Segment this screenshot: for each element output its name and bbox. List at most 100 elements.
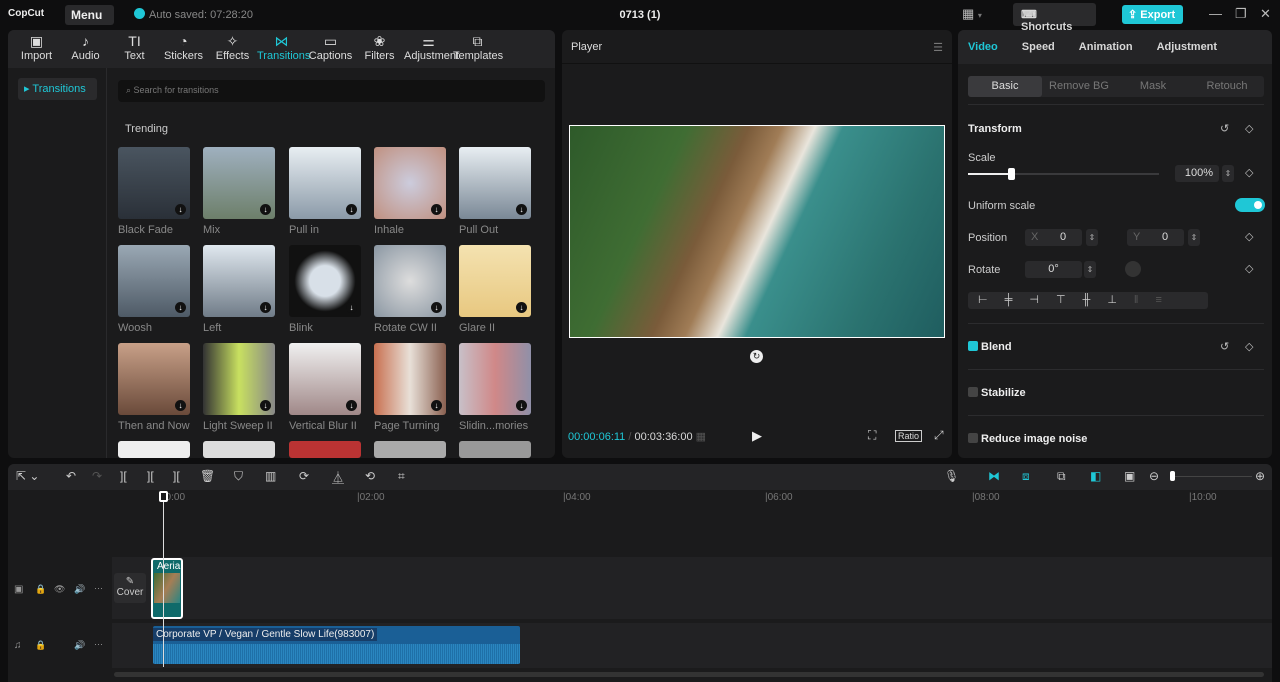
- zoom-in-icon[interactable]: ⊕: [1255, 469, 1265, 483]
- video-preview[interactable]: [569, 125, 945, 338]
- transition-thumbnail[interactable]: ↓: [118, 147, 190, 219]
- mirror-icon[interactable]: ⏅: [332, 469, 344, 486]
- tab-stickers[interactable]: ◔ Stickers: [159, 30, 208, 68]
- delete-icon[interactable]: 🗑: [200, 469, 215, 483]
- more-icon[interactable]: ···: [94, 583, 103, 593]
- blend-section[interactable]: Blend: [968, 341, 1012, 353]
- download-icon[interactable]: ↓: [431, 204, 442, 215]
- transition-thumbnail[interactable]: ↓: [203, 147, 275, 219]
- tab-import[interactable]: ▣ Import: [12, 30, 61, 68]
- playhead[interactable]: [159, 491, 168, 667]
- download-icon[interactable]: ↓: [175, 302, 186, 313]
- audio-clip[interactable]: Corporate VP / Vegan / Gentle Slow Life(…: [153, 626, 520, 664]
- transition-thumbnail[interactable]: ↓: [289, 245, 361, 317]
- download-icon[interactable]: ↓: [260, 400, 271, 411]
- tab-adjustment[interactable]: Adjustment: [1157, 41, 1218, 53]
- reset-icon[interactable]: ↺: [1220, 340, 1229, 353]
- rotate-icon[interactable]: ⟲: [365, 469, 375, 483]
- transition-thumbnail[interactable]: [289, 441, 361, 458]
- scale-stepper[interactable]: ⇕: [1222, 165, 1234, 182]
- x-stepper[interactable]: ⇕: [1086, 229, 1098, 246]
- redo-icon[interactable]: ↷: [92, 469, 102, 483]
- checkbox-checked-icon[interactable]: [968, 341, 978, 351]
- transition-thumbnail[interactable]: ↓: [459, 245, 531, 317]
- download-icon[interactable]: ↓: [431, 302, 442, 313]
- download-icon[interactable]: ↓: [175, 400, 186, 411]
- noise-section[interactable]: Reduce image noise: [968, 433, 1087, 445]
- preview-quality-icon[interactable]: ▣: [1124, 469, 1135, 483]
- play-button[interactable]: ▶: [752, 428, 762, 444]
- keyframe-icon[interactable]: ◇: [1245, 230, 1253, 243]
- transition-thumbnail[interactable]: ↓: [459, 343, 531, 415]
- subtab-basic[interactable]: Basic: [968, 76, 1042, 97]
- keyframe-icon[interactable]: ◇: [1245, 122, 1253, 135]
- close-button[interactable]: ✕: [1260, 6, 1271, 22]
- download-icon[interactable]: ↓: [516, 400, 527, 411]
- download-icon[interactable]: ↓: [346, 204, 357, 215]
- tab-transitions[interactable]: ⋈ Transitions: [257, 30, 310, 68]
- download-icon[interactable]: ↓: [346, 302, 357, 313]
- scale-input[interactable]: 100%: [1175, 165, 1219, 182]
- lock-icon[interactable]: 🔒: [35, 640, 46, 651]
- transition-thumbnail[interactable]: ↓: [374, 245, 446, 317]
- transition-thumbnail[interactable]: [203, 441, 275, 458]
- transition-thumbnail[interactable]: ↓: [118, 343, 190, 415]
- speaker-icon[interactable]: 🔊: [74, 640, 85, 651]
- keyframe-icon[interactable]: ◇: [1245, 340, 1253, 353]
- tab-animation[interactable]: Animation: [1079, 41, 1133, 53]
- download-icon[interactable]: ↓: [175, 204, 186, 215]
- rotate-input[interactable]: 0°: [1025, 261, 1082, 278]
- eye-icon[interactable]: 👁: [54, 584, 65, 595]
- tab-video[interactable]: Video: [968, 41, 998, 53]
- keyframe-icon[interactable]: ◇: [1245, 166, 1253, 179]
- restore-button[interactable]: ❐: [1235, 6, 1247, 22]
- search-input[interactable]: ⌕ Search for transitions: [118, 80, 545, 102]
- download-icon[interactable]: ↓: [516, 204, 527, 215]
- scale-slider[interactable]: [968, 168, 1159, 180]
- transition-thumbnail[interactable]: ↓: [374, 343, 446, 415]
- crop-icon[interactable]: ⌗: [398, 469, 405, 484]
- microphone-icon[interactable]: 🎙: [944, 469, 959, 483]
- lock-icon[interactable]: 🔒: [35, 584, 46, 595]
- subtab-retouch[interactable]: Retouch: [1190, 76, 1264, 97]
- download-icon[interactable]: ↓: [260, 204, 271, 215]
- rotate-dial[interactable]: [1125, 261, 1141, 277]
- tab-adjustment[interactable]: ⚌ Adjustment: [404, 30, 459, 68]
- more-icon[interactable]: ···: [94, 639, 103, 649]
- rotate-stepper[interactable]: ⇕: [1084, 261, 1096, 278]
- download-icon[interactable]: ↓: [516, 302, 527, 313]
- transition-thumbnail[interactable]: [374, 441, 446, 458]
- keyframe-icon[interactable]: ◇: [1245, 262, 1253, 275]
- position-x-input[interactable]: X0: [1025, 229, 1082, 246]
- checkbox-icon[interactable]: [968, 433, 978, 443]
- transition-thumbnail[interactable]: ↓: [289, 147, 361, 219]
- tab-audio[interactable]: ♪ Audio: [61, 30, 110, 68]
- rotate-handle-icon[interactable]: ↻: [750, 350, 763, 363]
- split-icon[interactable]: ][: [120, 469, 127, 483]
- layout-icon[interactable]: ▦ ▾: [962, 6, 982, 22]
- freeze-icon[interactable]: ▥: [265, 469, 276, 483]
- tab-filters[interactable]: ❀ Filters: [355, 30, 404, 68]
- transition-thumbnail[interactable]: [118, 441, 190, 458]
- transition-thumbnail[interactable]: ↓: [374, 147, 446, 219]
- transform-heading[interactable]: Transform: [968, 123, 1022, 135]
- transition-thumbnail[interactable]: ↓: [203, 245, 275, 317]
- horizontal-scrollbar[interactable]: [114, 672, 1264, 677]
- download-icon[interactable]: ↓: [431, 400, 442, 411]
- video-clip[interactable]: Aerial: [151, 558, 183, 619]
- download-icon[interactable]: ↓: [346, 400, 357, 411]
- tab-captions[interactable]: ▭ Captions: [306, 30, 355, 68]
- tab-effects[interactable]: ✧ Effects: [208, 30, 257, 68]
- export-button[interactable]: ⇪ Export: [1122, 5, 1183, 24]
- subtab-remove-bg[interactable]: Remove BG: [1042, 76, 1116, 97]
- cover-button[interactable]: ✎ Cover: [114, 573, 146, 603]
- checkbox-icon[interactable]: [968, 387, 978, 397]
- sidebar-item-transitions[interactable]: ▸ Transitions: [18, 78, 97, 100]
- download-icon[interactable]: ↓: [260, 302, 271, 313]
- position-y-input[interactable]: Y0: [1127, 229, 1184, 246]
- tab-text[interactable]: TI Text: [110, 30, 159, 68]
- stabilize-section[interactable]: Stabilize: [968, 387, 1026, 399]
- split-right-icon[interactable]: ][: [173, 469, 180, 483]
- transition-thumbnail[interactable]: ↓: [203, 343, 275, 415]
- fullscreen-icon[interactable]: ⤢: [934, 428, 944, 443]
